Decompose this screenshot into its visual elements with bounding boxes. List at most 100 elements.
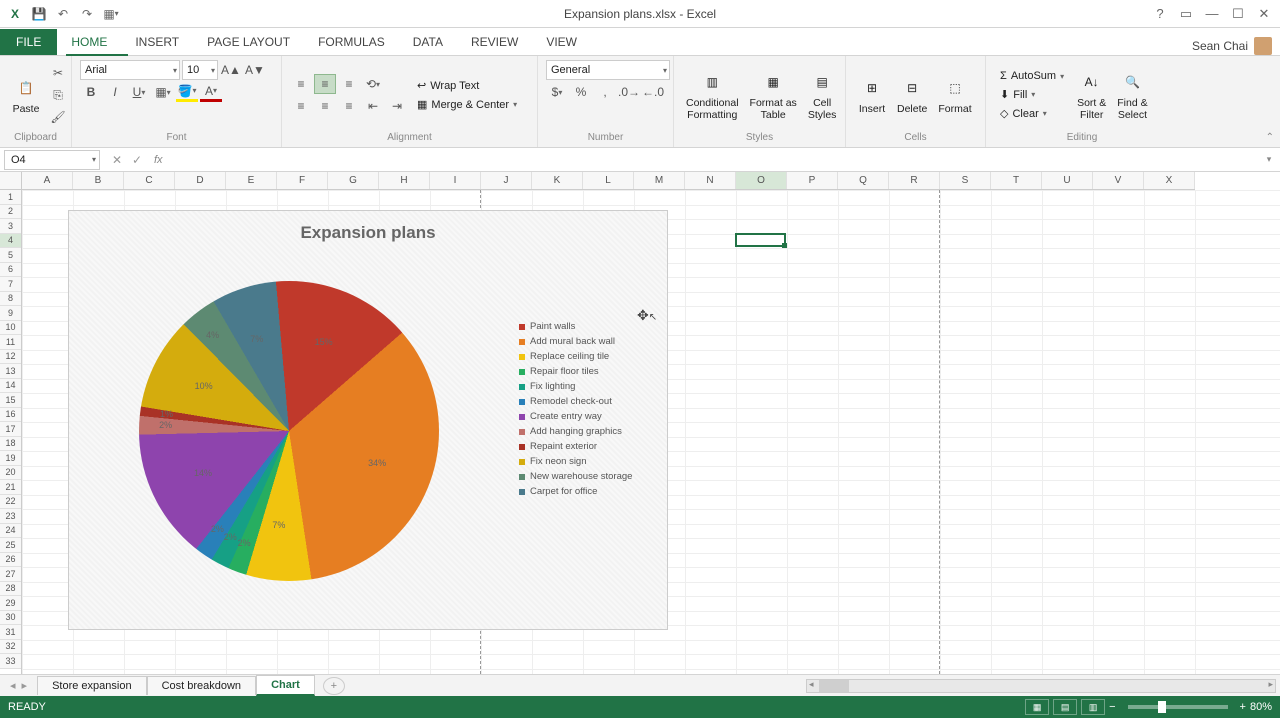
column-header-S[interactable]: S bbox=[940, 172, 991, 189]
format-as-table-button[interactable]: ▦Format as Table bbox=[746, 66, 801, 123]
row-header-29[interactable]: 29 bbox=[0, 596, 21, 611]
row-header-8[interactable]: 8 bbox=[0, 292, 21, 307]
comma-icon[interactable]: , bbox=[594, 82, 616, 102]
column-header-O[interactable]: O bbox=[736, 172, 787, 189]
format-cells-button[interactable]: ⬚Format bbox=[934, 72, 975, 118]
autosum-button[interactable]: ΣAutoSum▾ bbox=[994, 68, 1070, 84]
name-box[interactable]: O4▾ bbox=[4, 150, 100, 170]
column-header-F[interactable]: F bbox=[277, 172, 328, 189]
column-header-H[interactable]: H bbox=[379, 172, 430, 189]
redo-icon[interactable]: ↷ bbox=[76, 3, 98, 25]
zoom-out-icon[interactable]: − bbox=[1109, 701, 1115, 713]
row-header-22[interactable]: 22 bbox=[0, 495, 21, 510]
fill-button[interactable]: ⬇Fill▾ bbox=[994, 86, 1070, 103]
row-headers[interactable]: 1234567891011121314151617181920212223242… bbox=[0, 190, 22, 674]
column-header-N[interactable]: N bbox=[685, 172, 736, 189]
view-page-layout-icon[interactable]: ▤ bbox=[1053, 699, 1077, 715]
minimize-icon[interactable]: — bbox=[1200, 3, 1224, 25]
ribbon-display-icon[interactable]: ▭ bbox=[1174, 3, 1198, 25]
fill-color-icon[interactable]: 🪣▾ bbox=[176, 82, 198, 102]
horizontal-scrollbar[interactable]: ◂ ▸ bbox=[806, 679, 1276, 693]
tab-view[interactable]: VIEW bbox=[532, 29, 591, 55]
maximize-icon[interactable]: ☐ bbox=[1226, 3, 1250, 25]
undo-icon[interactable]: ↶ bbox=[52, 3, 74, 25]
cut-icon[interactable]: ✂ bbox=[47, 63, 69, 83]
row-header-11[interactable]: 11 bbox=[0, 335, 21, 350]
column-header-L[interactable]: L bbox=[583, 172, 634, 189]
italic-button[interactable]: I bbox=[104, 82, 126, 102]
sheet-nav-prev-icon[interactable]: ◂ bbox=[10, 679, 16, 692]
row-header-28[interactable]: 28 bbox=[0, 582, 21, 597]
row-header-13[interactable]: 13 bbox=[0, 364, 21, 379]
column-header-G[interactable]: G bbox=[328, 172, 379, 189]
percent-icon[interactable]: % bbox=[570, 82, 592, 102]
column-header-J[interactable]: J bbox=[481, 172, 532, 189]
align-middle-icon[interactable]: ≡ bbox=[314, 74, 336, 94]
row-header-19[interactable]: 19 bbox=[0, 451, 21, 466]
increase-decimal-icon[interactable]: .0→ bbox=[618, 82, 640, 102]
enter-formula-icon[interactable]: ✓ bbox=[128, 153, 146, 167]
align-center-icon[interactable]: ≡ bbox=[314, 96, 336, 116]
chart-object[interactable]: Expansion plans 15%34%7%2%2%2%14%2%1%10%… bbox=[68, 210, 668, 630]
clear-button[interactable]: ◇Clear▾ bbox=[994, 105, 1070, 122]
fx-label[interactable]: fx bbox=[150, 154, 167, 166]
view-normal-icon[interactable]: ▦ bbox=[1025, 699, 1049, 715]
tab-review[interactable]: REVIEW bbox=[457, 29, 532, 55]
quick-access-more-icon[interactable]: ▦▾ bbox=[100, 3, 122, 25]
selected-cell[interactable] bbox=[735, 233, 786, 248]
row-header-25[interactable]: 25 bbox=[0, 538, 21, 553]
expand-formula-bar-icon[interactable]: ▾ bbox=[1264, 154, 1280, 165]
paste-button[interactable]: 📋 Paste bbox=[8, 72, 44, 118]
align-left-icon[interactable]: ≡ bbox=[290, 96, 312, 116]
row-header-18[interactable]: 18 bbox=[0, 437, 21, 452]
column-header-D[interactable]: D bbox=[175, 172, 226, 189]
cancel-formula-icon[interactable]: ✕ bbox=[108, 153, 126, 167]
font-name-combo[interactable]: Arial▾ bbox=[80, 60, 180, 80]
avatar[interactable] bbox=[1254, 37, 1272, 55]
delete-cells-button[interactable]: ⊟Delete bbox=[893, 72, 931, 118]
sheet-tab-chart[interactable]: Chart bbox=[256, 675, 315, 696]
sort-filter-button[interactable]: A↓Sort & Filter bbox=[1073, 66, 1110, 123]
copy-icon[interactable]: ⎘ bbox=[47, 85, 69, 105]
borders-icon[interactable]: ▦▾ bbox=[152, 82, 174, 102]
tab-home[interactable]: HOME bbox=[57, 29, 121, 55]
increase-font-icon[interactable]: A▲ bbox=[220, 60, 242, 80]
zoom-slider[interactable] bbox=[1128, 705, 1228, 709]
select-all-corner[interactable] bbox=[0, 172, 22, 190]
number-format-combo[interactable]: General▾ bbox=[546, 60, 670, 80]
conditional-formatting-button[interactable]: ▥Conditional Formatting bbox=[682, 66, 743, 123]
row-header-21[interactable]: 21 bbox=[0, 480, 21, 495]
row-header-4[interactable]: 4 bbox=[0, 234, 21, 249]
bold-button[interactable]: B bbox=[80, 82, 102, 102]
row-header-32[interactable]: 32 bbox=[0, 640, 21, 655]
zoom-in-icon[interactable]: + bbox=[1240, 701, 1246, 713]
row-header-26[interactable]: 26 bbox=[0, 553, 21, 568]
currency-icon[interactable]: $▾ bbox=[546, 82, 568, 102]
zoom-level[interactable]: 80% bbox=[1250, 701, 1272, 713]
column-header-B[interactable]: B bbox=[73, 172, 124, 189]
sheet-tab-store-expansion[interactable]: Store expansion bbox=[37, 676, 147, 695]
row-header-16[interactable]: 16 bbox=[0, 408, 21, 423]
column-header-A[interactable]: A bbox=[22, 172, 73, 189]
add-sheet-button[interactable]: + bbox=[323, 677, 345, 695]
increase-indent-icon[interactable]: ⇥ bbox=[386, 96, 408, 116]
collapse-ribbon-icon[interactable]: ⌃ bbox=[1266, 132, 1274, 143]
decrease-font-icon[interactable]: A▼ bbox=[244, 60, 266, 80]
orientation-icon[interactable]: ⟲▾ bbox=[362, 74, 384, 94]
column-headers[interactable]: ABCDEFGHIJKLMNOPQRSTUVX bbox=[22, 172, 1195, 190]
sheet-nav-next-icon[interactable]: ▸ bbox=[22, 679, 28, 692]
column-header-C[interactable]: C bbox=[124, 172, 175, 189]
tab-insert[interactable]: INSERT bbox=[121, 29, 193, 55]
row-header-10[interactable]: 10 bbox=[0, 321, 21, 336]
close-icon[interactable]: ✕ bbox=[1252, 3, 1276, 25]
merge-center-button[interactable]: ▦Merge & Center▾ bbox=[411, 96, 523, 113]
help-icon[interactable]: ? bbox=[1148, 3, 1172, 25]
row-header-24[interactable]: 24 bbox=[0, 524, 21, 539]
tab-file[interactable]: FILE bbox=[0, 29, 57, 55]
row-header-27[interactable]: 27 bbox=[0, 567, 21, 582]
row-header-12[interactable]: 12 bbox=[0, 350, 21, 365]
wrap-text-button[interactable]: ↩Wrap Text bbox=[411, 77, 523, 94]
format-painter-icon[interactable]: 🖌 bbox=[47, 107, 69, 127]
row-header-31[interactable]: 31 bbox=[0, 625, 21, 640]
column-header-I[interactable]: I bbox=[430, 172, 481, 189]
